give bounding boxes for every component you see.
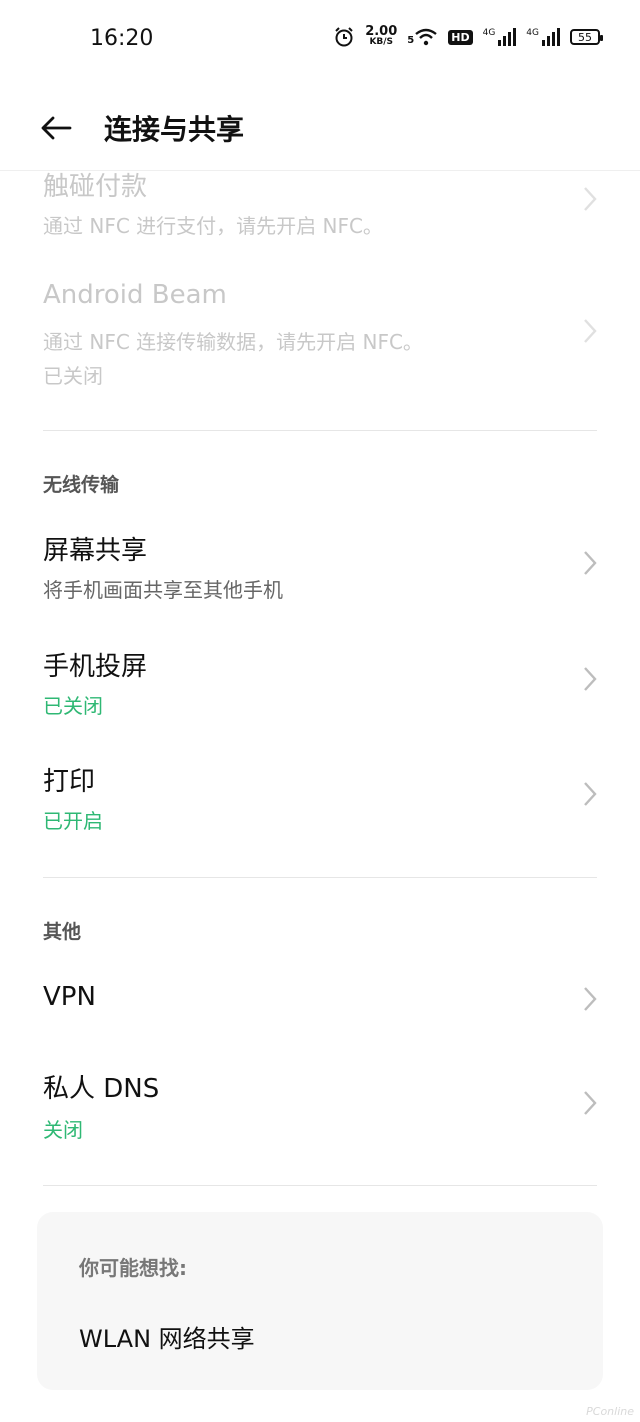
setting-tap-to-pay[interactable]: 触碰付款 通过 NFC 进行支付，请先开启 NFC。: [0, 160, 640, 240]
setting-title: 私人 DNS: [43, 1074, 160, 1104]
setting-title: 手机投屏: [43, 652, 148, 682]
setting-status: 关闭: [43, 1118, 83, 1142]
chevron-right-icon: [584, 987, 597, 1011]
chevron-right-icon: [584, 551, 597, 575]
setting-subtitle: 将手机画面共享至其他手机: [43, 578, 283, 602]
chevron-right-icon: [584, 319, 597, 343]
setting-status: 已关闭: [43, 694, 103, 718]
section-header-other: 其他: [43, 921, 82, 943]
chevron-right-icon: [584, 782, 597, 806]
alarm-icon: [333, 26, 355, 48]
hd-voice-icon: HD: [448, 29, 473, 45]
divider: [43, 877, 597, 878]
setting-screen-share[interactable]: 屏幕共享 将手机画面共享至其他手机: [0, 528, 640, 608]
divider: [43, 430, 597, 431]
network-speed: 2.00 KB/S: [365, 24, 398, 47]
setting-print[interactable]: 打印 已开启: [0, 759, 640, 839]
setting-title: 触碰付款: [43, 172, 148, 202]
setting-screen-cast[interactable]: 手机投屏 已关闭: [0, 644, 640, 724]
app-header: 连接与共享: [0, 88, 640, 171]
signal-icon-1: 4G: [483, 28, 517, 46]
chevron-right-icon: [584, 667, 597, 691]
setting-vpn[interactable]: VPN: [0, 980, 640, 1040]
section-header-wireless: 无线传输: [43, 474, 120, 496]
setting-subtitle: 通过 NFC 连接传输数据，请先开启 NFC。: [43, 330, 423, 354]
setting-subtitle: 通过 NFC 进行支付，请先开启 NFC。: [43, 214, 383, 238]
setting-title: 打印: [43, 767, 96, 797]
setting-title: Android Beam: [43, 280, 227, 310]
status-time: 16:20: [90, 26, 154, 51]
status-bar: 16:20 2.00 KB/S 5 HD 4G 4G 55: [0, 0, 640, 80]
setting-status: 已开启: [43, 809, 103, 833]
chevron-right-icon: [584, 187, 597, 211]
status-icons: 2.00 KB/S 5 HD 4G 4G 55: [333, 24, 603, 48]
back-arrow-icon[interactable]: [38, 110, 74, 146]
suggestion-link-wlan-hotspot[interactable]: WLAN 网络共享: [79, 1319, 255, 1354]
wifi-icon: 5: [407, 28, 438, 46]
setting-title: VPN: [43, 982, 96, 1012]
divider: [43, 1185, 597, 1186]
setting-title: 屏幕共享: [43, 536, 148, 566]
watermark-logo: PConline: [586, 1405, 634, 1418]
page-title: 连接与共享: [104, 113, 245, 146]
wifi-badge: 5: [407, 35, 415, 46]
setting-private-dns[interactable]: 私人 DNS 关闭: [0, 1068, 640, 1148]
chevron-right-icon: [584, 1091, 597, 1115]
battery-icon: 55: [570, 29, 603, 45]
suggestion-card: 你可能想找: WLAN 网络共享: [37, 1212, 603, 1390]
setting-status: 已关闭: [43, 364, 103, 388]
suggestion-title: 你可能想找:: [79, 1256, 187, 1280]
signal-icon-2: 4G: [526, 28, 560, 46]
setting-android-beam[interactable]: Android Beam 通过 NFC 连接传输数据，请先开启 NFC。 已关闭: [0, 280, 640, 390]
